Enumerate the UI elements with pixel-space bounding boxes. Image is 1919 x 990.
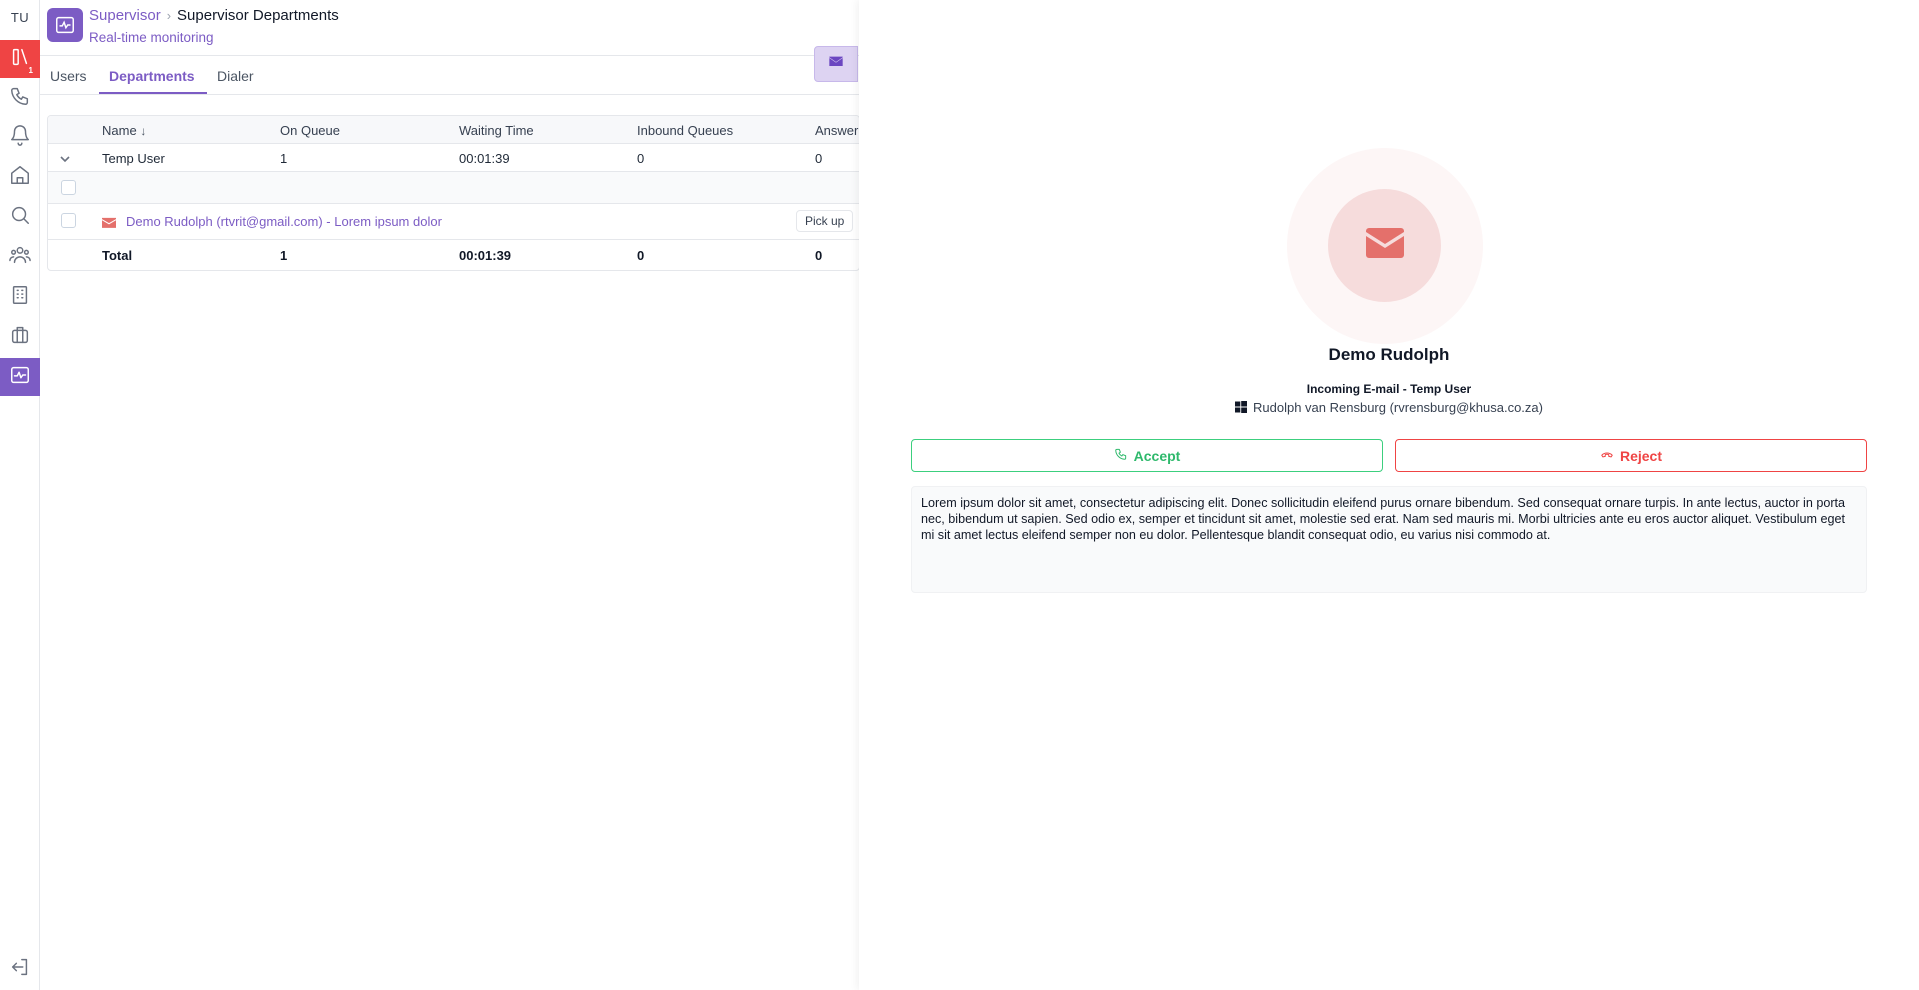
bell-icon — [9, 124, 31, 151]
page-subtitle: Real-time monitoring — [89, 30, 214, 45]
table-row-temp-user[interactable]: Temp User 1 00:01:39 0 0 — [48, 144, 859, 172]
envelope-icon — [102, 216, 116, 228]
breadcrumb-supervisor-link[interactable]: Supervisor — [89, 7, 161, 24]
activity-icon — [9, 364, 31, 391]
envelope-icon — [828, 54, 844, 75]
search-icon — [9, 204, 31, 231]
sidebar-item-users[interactable] — [0, 238, 40, 276]
reject-button[interactable]: Reject — [1395, 439, 1867, 472]
tab-users[interactable]: Users — [50, 68, 87, 84]
chevron-right-icon: › — [166, 8, 172, 23]
sidebar-rail: TU 1 — [0, 0, 40, 990]
caller-name: Demo Rudolph — [1328, 345, 1450, 364]
sidebar-item-departments[interactable] — [0, 278, 40, 316]
owner-line: Rudolph van Rensburg (rvrensburg@khusa.c… — [859, 400, 1919, 415]
phone-icon — [9, 85, 31, 112]
cell-answer: 0 — [815, 151, 823, 166]
email-queue-button[interactable] — [814, 46, 858, 82]
table-total-row: Total 1 00:01:39 0 0 — [48, 240, 859, 270]
tab-bar: Users Departments Dialer — [40, 56, 860, 95]
incoming-label: Incoming E-mail - Temp User — [1306, 382, 1472, 396]
select-all-checkbox[interactable] — [61, 180, 76, 195]
queue-badge: 1 — [28, 66, 33, 75]
incoming-email-panel: Demo Rudolph Incoming E-mail - Temp User… — [859, 0, 1919, 990]
sidebar-item-search[interactable] — [0, 198, 40, 236]
email-item-link[interactable]: Demo Rudolph (rtvrit@gmail.com) - Lorem … — [126, 214, 442, 229]
column-name-label: Name — [102, 123, 137, 138]
sidebar-item-queue[interactable]: 1 — [0, 40, 40, 78]
phone-icon — [1114, 447, 1128, 464]
sidebar-item-notifications[interactable] — [0, 118, 40, 156]
owner-text: Rudolph van Rensburg (rvrensburg@khusa.c… — [1253, 400, 1543, 415]
total-answer: 0 — [815, 248, 823, 263]
accept-label: Accept — [1133, 447, 1181, 464]
cell-waiting-time: 00:01:39 — [459, 151, 510, 166]
supervisor-app-icon — [47, 8, 83, 42]
column-header-answer[interactable]: Answer — [815, 123, 858, 138]
user-initials[interactable]: TU — [0, 10, 40, 25]
table-header-row: Name ↓ On Queue Waiting Time Inbound Que… — [48, 116, 859, 144]
phone-hangup-icon — [1600, 447, 1614, 464]
envelope-icon — [1365, 228, 1404, 263]
cell-inbound-queues: 0 — [637, 151, 645, 166]
reject-label: Reject — [1619, 447, 1663, 464]
total-waiting-time: 00:01:39 — [459, 248, 512, 263]
app-root: TU 1 Supervisor › Supervisor Departments… — [0, 0, 1919, 990]
total-inbound-queues: 0 — [637, 248, 645, 263]
column-header-waiting-time[interactable]: Waiting Time — [459, 123, 534, 138]
departments-table: Name ↓ On Queue Waiting Time Inbound Que… — [47, 115, 860, 271]
breadcrumb: Supervisor › Supervisor Departments — [89, 7, 339, 24]
sort-down-icon: ↓ — [140, 124, 147, 138]
page-title: Supervisor Departments — [177, 7, 339, 24]
sidebar-item-phone[interactable] — [0, 79, 40, 117]
windows-icon — [1235, 401, 1248, 413]
active-tab-indicator — [99, 92, 207, 94]
logout-icon — [9, 956, 31, 983]
building-icon — [9, 284, 31, 311]
avatar — [1328, 189, 1441, 302]
sidebar-item-home[interactable] — [0, 158, 40, 196]
cell-on-queue: 1 — [280, 151, 288, 166]
column-header-on-queue[interactable]: On Queue — [280, 123, 340, 138]
email-message-body: Lorem ipsum dolor sit amet, consectetur … — [911, 486, 1867, 593]
briefcase-icon — [9, 324, 31, 351]
sidebar-item-supervisor[interactable] — [0, 358, 40, 396]
column-header-name[interactable]: Name ↓ — [102, 123, 146, 138]
sidebar-item-logout[interactable] — [0, 950, 40, 988]
tab-dialer[interactable]: Dialer — [217, 68, 254, 84]
row-checkbox[interactable] — [61, 213, 76, 228]
chevron-down-icon[interactable] — [59, 153, 71, 165]
pick-up-button[interactable]: Pick up — [796, 210, 854, 232]
tab-departments[interactable]: Departments — [109, 68, 195, 84]
accept-button[interactable]: Accept — [911, 439, 1383, 472]
column-header-inbound-queues[interactable]: Inbound Queues — [637, 123, 733, 138]
sidebar-item-briefcase[interactable] — [0, 318, 40, 356]
table-row-email[interactable]: Demo Rudolph (rtvrit@gmail.com) - Lorem … — [48, 204, 859, 240]
total-label: Total — [102, 248, 133, 263]
total-on-queue: 1 — [280, 248, 288, 263]
subtable-header-row — [48, 172, 859, 204]
home-icon — [9, 164, 31, 191]
users-icon — [9, 244, 31, 271]
cell-name: Temp User — [102, 151, 165, 166]
